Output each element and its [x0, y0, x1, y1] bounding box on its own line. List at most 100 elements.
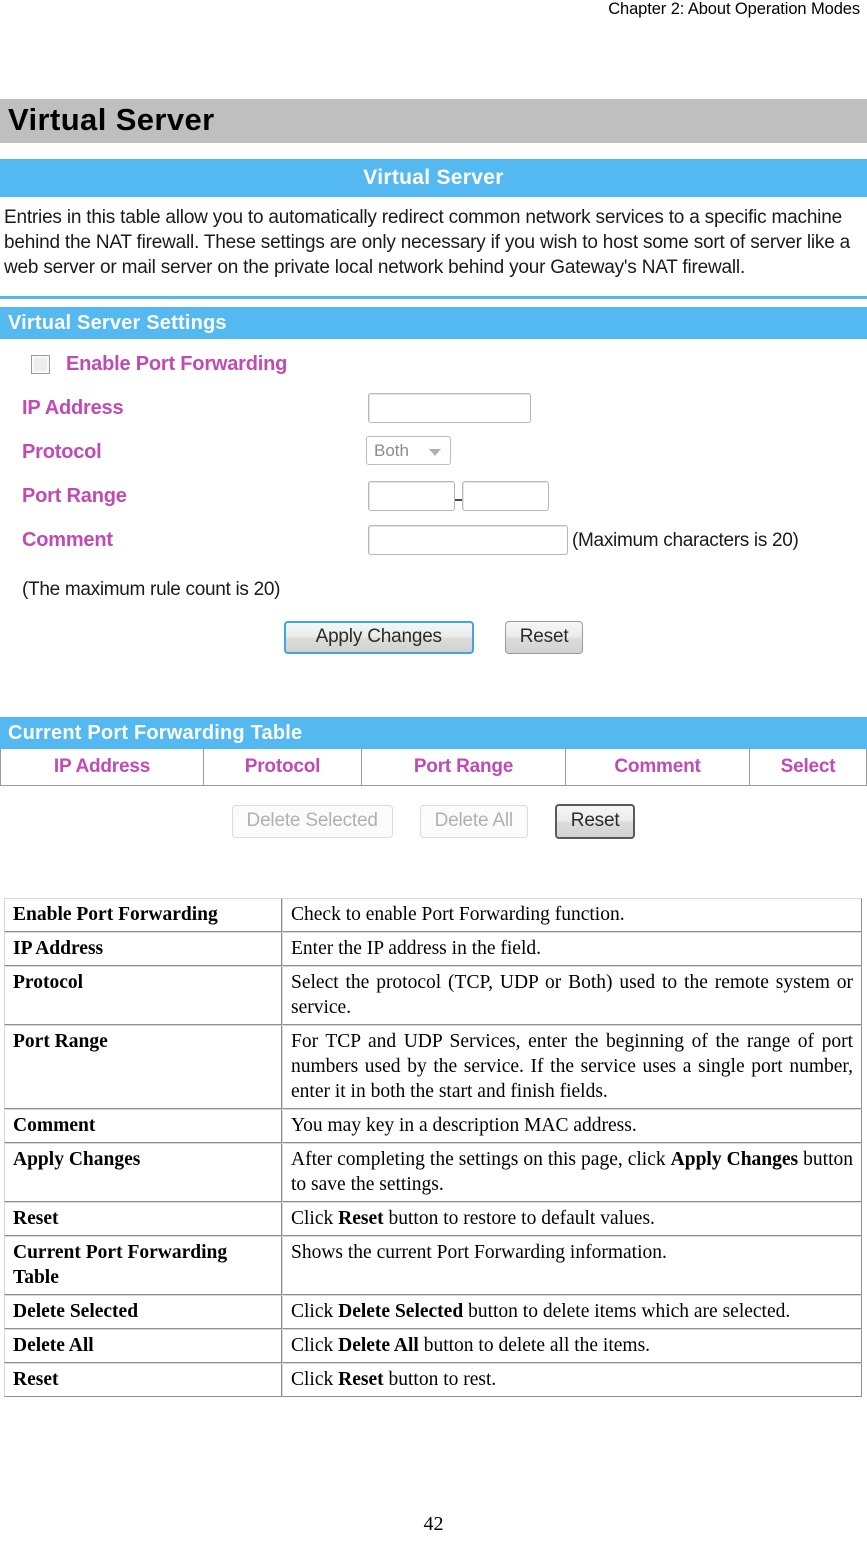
- form-row-protocol: Protocol Both: [0, 433, 867, 477]
- current-table-button-row: Delete Selected Delete All Reset: [0, 804, 867, 858]
- protocol-select[interactable]: Both: [366, 436, 451, 465]
- delete-selected-button[interactable]: Delete Selected: [231, 805, 393, 838]
- field-description-cell: Click Reset button to rest.: [282, 1363, 862, 1397]
- virtual-server-panel: Virtual Server Entries in this table all…: [0, 159, 867, 858]
- column-header-select: Select: [749, 749, 867, 786]
- comment-label: Comment: [22, 529, 113, 551]
- description-text: After completing the settings on this pa…: [291, 1149, 671, 1170]
- apply-changes-button[interactable]: Apply Changes: [283, 621, 474, 654]
- description-text: Click: [291, 1301, 339, 1322]
- form-row-port-range: Port Range: [0, 477, 867, 521]
- virtual-server-settings-form: Enable Port Forwarding IP Address Protoc…: [0, 339, 867, 621]
- field-term-cell: Port Range: [4, 1025, 282, 1109]
- comment-max-characters-note: (Maximum characters is 20): [572, 530, 799, 551]
- protocol-selected-value: Both: [374, 441, 409, 460]
- description-text: Click: [291, 1208, 339, 1229]
- field-reference-table: Enable Port Forwarding Check to enable Po…: [4, 898, 862, 1397]
- ip-address-label: IP Address: [22, 397, 124, 419]
- description-text: button to delete items which are selecte…: [463, 1301, 791, 1322]
- description-text: Check to enable Port Forwarding function…: [291, 904, 625, 925]
- emphasis-text: Reset: [338, 1369, 384, 1390]
- form-row-comment: Comment (Maximum characters is 20): [0, 521, 867, 565]
- table-row: IP Address Enter the IP address in the fi…: [4, 932, 862, 966]
- field-description-cell: Enter the IP address in the field.: [282, 932, 862, 966]
- emphasis-text: Delete Selected: [338, 1301, 464, 1322]
- description-text: button to rest.: [383, 1369, 497, 1390]
- chevron-down-icon: [429, 449, 441, 456]
- form-row-ip-address: IP Address: [0, 389, 867, 433]
- table-header-row: IP Address Protocol Port Range Comment S…: [0, 749, 867, 786]
- column-header-ip-address: IP Address: [0, 749, 204, 786]
- section-header-virtual-server-settings: Virtual Server Settings: [0, 307, 867, 339]
- table-row: Reset Click Reset button to rest.: [4, 1363, 862, 1397]
- panel-description: Entries in this table allow you to autom…: [4, 207, 851, 278]
- field-description-cell: For TCP and UDP Services, enter the begi…: [282, 1025, 862, 1109]
- field-description-cell: You may key in a description MAC address…: [282, 1109, 862, 1143]
- field-term-cell: Delete Selected: [4, 1295, 282, 1329]
- form-row-enable-port-forwarding: Enable Port Forwarding: [0, 345, 867, 389]
- emphasis-text: Delete All: [338, 1335, 419, 1356]
- description-text: button to delete all the items.: [418, 1335, 651, 1356]
- description-text: You may key in a description MAC address…: [291, 1115, 637, 1136]
- delete-all-button[interactable]: Delete All: [419, 805, 528, 838]
- table-row: Current Port Forwarding Table Shows the c…: [4, 1236, 862, 1295]
- table-button-spacer: [0, 786, 867, 804]
- description-text: button to restore to default values.: [383, 1208, 655, 1229]
- field-description-cell: Shows the current Port Forwarding inform…: [282, 1236, 862, 1295]
- description-text: Select the protocol (TCP, UDP or Both) u…: [291, 972, 853, 1018]
- field-term-cell: Current Port Forwarding Table: [4, 1236, 282, 1295]
- settings-button-row: Apply Changes Reset: [0, 621, 867, 675]
- enable-port-forwarding-label: Enable Port Forwarding: [66, 353, 288, 375]
- field-term-cell: IP Address: [4, 932, 282, 966]
- section-title-band: Virtual Server: [0, 99, 867, 143]
- field-description-cell: Check to enable Port Forwarding function…: [282, 898, 862, 932]
- reset-settings-button[interactable]: Reset: [504, 621, 584, 654]
- field-term-cell: Delete All: [4, 1329, 282, 1363]
- table-row: Apply Changes After completing the settin…: [4, 1143, 862, 1202]
- field-description-cell: Click Reset button to restore to default…: [282, 1202, 862, 1236]
- column-header-port-range: Port Range: [361, 749, 566, 786]
- field-term-cell: Comment: [4, 1109, 282, 1143]
- field-description-cell: After completing the settings on this pa…: [282, 1143, 862, 1202]
- table-row: Port Range For TCP and UDP Services, ente…: [4, 1025, 862, 1109]
- port-range-end-input[interactable]: [462, 481, 549, 511]
- max-rule-count-note: (The maximum rule count is 20): [22, 579, 281, 600]
- protocol-label: Protocol: [22, 441, 102, 463]
- column-header-comment: Comment: [565, 749, 750, 786]
- comment-input[interactable]: [368, 525, 568, 555]
- panel-header-virtual-server: Virtual Server: [0, 159, 867, 197]
- port-range-start-input[interactable]: [368, 481, 455, 511]
- port-range-separator: [455, 499, 462, 501]
- field-reference-table-body: Enable Port Forwarding Check to enable Po…: [4, 898, 862, 1397]
- ip-address-input[interactable]: [368, 393, 531, 423]
- column-header-protocol: Protocol: [203, 749, 362, 786]
- panel-divider: [0, 296, 867, 299]
- field-term-cell: Reset: [4, 1202, 282, 1236]
- port-range-label: Port Range: [22, 485, 127, 507]
- page-title: Virtual Server: [8, 102, 215, 137]
- reset-table-button[interactable]: Reset: [554, 804, 636, 839]
- field-description-cell: Select the protocol (TCP, UDP or Both) u…: [282, 966, 862, 1025]
- enable-port-forwarding-checkbox[interactable]: [31, 355, 50, 374]
- description-text: Click: [291, 1335, 339, 1356]
- field-term-cell: Reset: [4, 1363, 282, 1397]
- current-port-forwarding-table: IP Address Protocol Port Range Comment S…: [0, 749, 867, 786]
- field-term-cell: Apply Changes: [4, 1143, 282, 1202]
- field-term-cell: Enable Port Forwarding: [4, 898, 282, 932]
- table-row: Reset Click Reset button to restore to de…: [4, 1202, 862, 1236]
- field-term-cell: Protocol: [4, 966, 282, 1025]
- section-header-current-port-forwarding-table: Current Port Forwarding Table: [0, 717, 867, 749]
- field-description-cell: Click Delete Selected button to delete i…: [282, 1295, 862, 1329]
- description-text: Shows the current Port Forwarding inform…: [291, 1242, 667, 1263]
- table-row: Comment You may key in a description MAC …: [4, 1109, 862, 1143]
- table-row: Protocol Select the protocol (TCP, UDP or…: [4, 966, 862, 1025]
- description-text: For TCP and UDP Services, enter the begi…: [291, 1031, 853, 1102]
- table-row: Delete Selected Click Delete Selected but…: [4, 1295, 862, 1329]
- table-row: Delete All Click Delete All button to del…: [4, 1329, 862, 1363]
- running-head: Chapter 2: About Operation Modes: [608, 0, 860, 18]
- emphasis-text: Reset: [338, 1208, 384, 1229]
- description-text: Enter the IP address in the field.: [291, 938, 541, 959]
- page-number: 42: [423, 1513, 444, 1535]
- field-description-cell: Click Delete All button to delete all th…: [282, 1329, 862, 1363]
- panel-spacer: [0, 675, 867, 717]
